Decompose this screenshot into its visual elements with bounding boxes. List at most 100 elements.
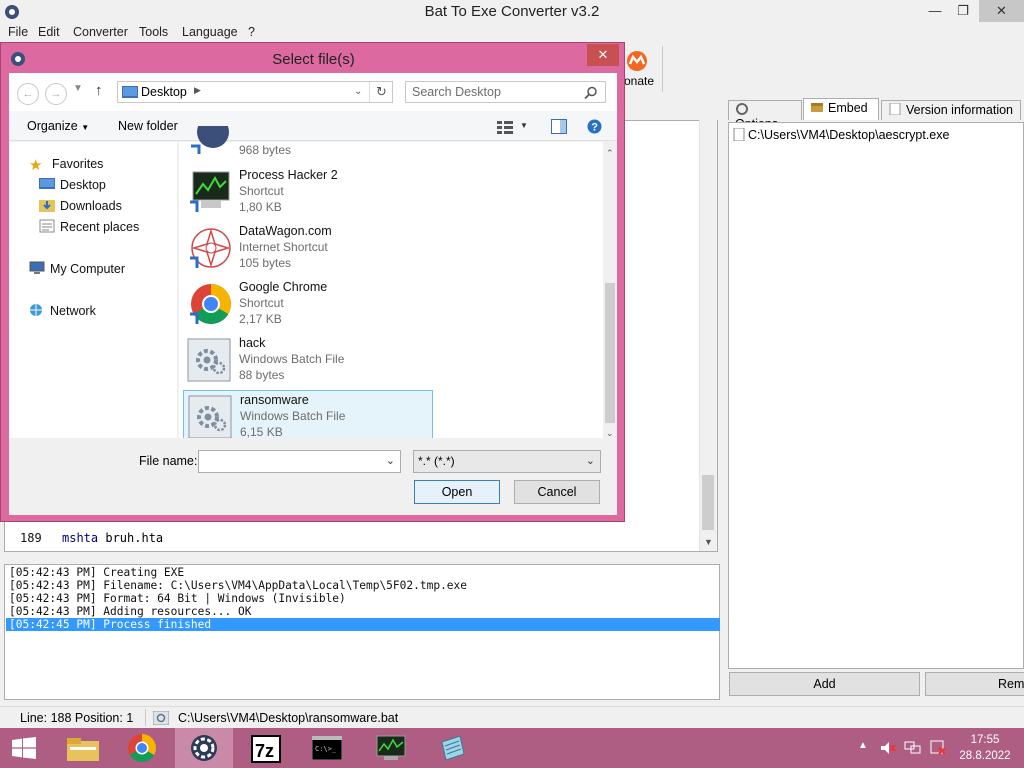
batch-file-icon xyxy=(153,711,169,725)
file-item-google-chrome[interactable]: Google Chrome Shortcut 2,17 KB xyxy=(183,278,433,330)
refresh-icon[interactable]: ↻ xyxy=(369,82,393,102)
7zip-icon: 7z xyxy=(251,735,281,763)
nav-recent-places[interactable]: Recent places xyxy=(39,219,139,234)
taskbar: 7z C:\>_ ▲ 17:55 28.8.2022 xyxy=(0,728,1024,768)
new-folder-button[interactable]: New folder xyxy=(118,119,178,133)
tray-expand-icon[interactable]: ▲ xyxy=(858,740,868,751)
speaker-muted-icon[interactable] xyxy=(880,741,896,755)
output-log[interactable]: [05:42:43 PM] Creating EXE [05:42:43 PM]… xyxy=(4,564,720,700)
dialog-title: Select file(s) xyxy=(272,51,355,68)
toolbar-separator xyxy=(662,46,663,92)
recent-places-icon xyxy=(39,219,55,233)
file-list[interactable]: 968 bytes Process Hacker 2 Shortcut 1,80… xyxy=(179,126,617,442)
file-icon xyxy=(733,127,745,142)
recent-locations-icon[interactable]: ▼ xyxy=(73,83,83,94)
taskbar-file-explorer[interactable] xyxy=(54,728,112,768)
address-row: ← → ▼ ↑ Desktop ▶ ⌄ ↻ Search Desktop xyxy=(9,73,617,111)
document-icon xyxy=(889,103,901,115)
tab-version-information[interactable]: Version information xyxy=(881,100,1021,120)
nav-my-computer[interactable]: My Computer xyxy=(29,261,125,276)
clock-time[interactable]: 17:55 xyxy=(963,734,1007,746)
code-line[interactable]: mshta bruh.hta xyxy=(62,531,163,545)
view-options-icon[interactable] xyxy=(497,120,513,134)
nav-network[interactable]: Network xyxy=(29,303,96,318)
file-item-ransomware-selected[interactable]: ransomware Windows Batch File 6,15 KB xyxy=(183,390,433,442)
taskbar-bat-to-exe[interactable] xyxy=(175,728,233,768)
preview-pane-icon[interactable] xyxy=(551,119,567,134)
action-center-icon[interactable] xyxy=(930,740,946,756)
menubar: File Edit Converter Tools Language ? xyxy=(0,24,1024,42)
chrome-icon xyxy=(190,284,231,324)
file-name-input[interactable]: ⌄ xyxy=(198,450,401,473)
minimize-button[interactable]: — xyxy=(920,0,950,22)
file-type-select[interactable]: *.* (*.*) ⌄ xyxy=(413,450,601,473)
address-bar[interactable]: Desktop ▶ ⌄ ↻ xyxy=(117,81,393,103)
chevron-down-icon[interactable]: ▼ xyxy=(520,121,528,130)
chevron-down-icon[interactable]: ⌄ xyxy=(386,454,395,467)
taskbar-cmd[interactable]: C:\>_ xyxy=(298,728,356,768)
donate-button[interactable]: onate xyxy=(624,74,654,88)
menu-tools[interactable]: Tools xyxy=(139,25,168,39)
monero-icon[interactable] xyxy=(626,50,648,72)
nav-downloads[interactable]: Downloads xyxy=(39,198,122,213)
taskbar-7zip[interactable]: 7z xyxy=(236,728,294,768)
navigation-pane: ★ Favorites Desktop Downloads Recent plac… xyxy=(9,142,177,438)
chevron-down-icon[interactable]: ⌄ xyxy=(354,86,362,97)
process-hacker-icon xyxy=(190,171,230,212)
file-item[interactable]: 968 bytes xyxy=(183,126,433,162)
internet-shortcut-icon xyxy=(190,228,231,268)
dialog-footer: File name: ⌄ *.* (*.*) ⌄ Open Cancel xyxy=(9,438,617,515)
status-separator xyxy=(145,709,146,726)
notepad-icon xyxy=(441,735,465,761)
dialog-close-button[interactable]: ✕ xyxy=(587,44,619,66)
taskbar-chrome[interactable] xyxy=(114,728,172,768)
network-icon[interactable] xyxy=(904,740,922,756)
add-button[interactable]: Add xyxy=(729,672,920,696)
remove-button[interactable]: Rem xyxy=(925,672,1024,696)
line-number: 189 xyxy=(20,531,42,545)
file-item-datawagon[interactable]: DataWagon.com Internet Shortcut 105 byte… xyxy=(183,222,433,274)
shortcut-icon xyxy=(191,126,229,154)
terminal-icon: C:\>_ xyxy=(312,736,342,760)
menu-converter[interactable]: Converter xyxy=(73,25,128,39)
help-icon[interactable]: ? xyxy=(587,119,602,134)
back-button[interactable]: ← xyxy=(17,83,39,105)
app-titlebar: Bat To Exe Converter v3.2 — ❐ ✕ xyxy=(0,0,1024,24)
code-keyword: mshta xyxy=(62,531,99,545)
file-item-process-hacker[interactable]: Process Hacker 2 Shortcut 1,80 KB xyxy=(183,166,433,218)
scroll-up-icon[interactable]: ⌃ xyxy=(606,148,614,159)
scroll-down-icon[interactable]: ▼ xyxy=(704,537,713,547)
breadcrumb-chevron-icon[interactable]: ▶ xyxy=(194,85,201,96)
editor-scroll-thumb[interactable] xyxy=(702,475,714,530)
nav-favorites[interactable]: ★ Favorites xyxy=(29,156,103,174)
cursor-position: Line: 188 Position: 1 xyxy=(20,711,134,725)
taskbar-notepad[interactable] xyxy=(424,728,482,768)
search-input[interactable]: Search Desktop xyxy=(405,81,606,103)
restore-button[interactable]: ❐ xyxy=(948,0,978,22)
organize-button[interactable]: Organize ▼ xyxy=(27,119,89,133)
open-button[interactable]: Open xyxy=(414,480,500,504)
cancel-button[interactable]: Cancel xyxy=(514,480,600,504)
menu-edit[interactable]: Edit xyxy=(38,25,60,39)
forward-button[interactable]: → xyxy=(45,83,67,105)
log-line: [05:42:43 PM] Creating EXE xyxy=(9,566,185,579)
file-item-hack[interactable]: hack Windows Batch File 88 bytes xyxy=(183,334,433,386)
log-line: [05:42:43 PM] Format: 64 Bit | Windows (… xyxy=(9,592,346,605)
file-list-scroll-thumb[interactable] xyxy=(605,283,615,423)
nav-desktop[interactable]: Desktop xyxy=(39,177,106,192)
clock-date[interactable]: 28.8.2022 xyxy=(955,750,1015,762)
tab-options[interactable]: Options xyxy=(728,100,802,131)
dialog-body: ← → ▼ ↑ Desktop ▶ ⌄ ↻ Search Desktop Org… xyxy=(9,73,617,515)
menu-help[interactable]: ? xyxy=(248,25,255,39)
up-arrow-icon[interactable]: ↑ xyxy=(95,82,103,99)
menu-file[interactable]: File xyxy=(8,25,28,39)
menu-language[interactable]: Language xyxy=(182,25,238,39)
close-button[interactable]: ✕ xyxy=(979,0,1024,22)
log-line-selected[interactable]: [05:42:45 PM] Process finished xyxy=(6,618,720,631)
embed-file-list[interactable]: C:\Users\VM4\Desktop\aescrypt.exe xyxy=(728,122,1024,669)
start-button[interactable] xyxy=(0,728,48,768)
taskbar-process-hacker[interactable] xyxy=(362,728,420,768)
downloads-folder-icon xyxy=(39,200,55,212)
tab-embed[interactable]: Embed xyxy=(803,98,879,120)
embed-list-item[interactable]: C:\Users\VM4\Desktop\aescrypt.exe xyxy=(733,127,949,142)
